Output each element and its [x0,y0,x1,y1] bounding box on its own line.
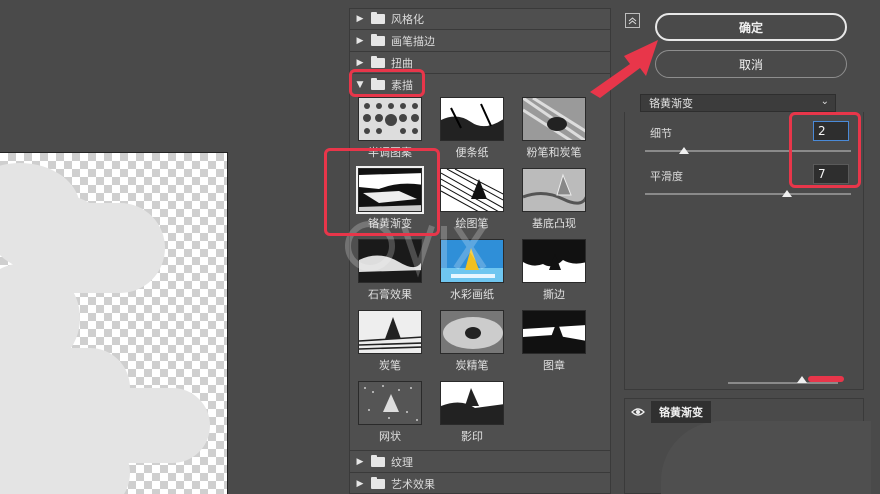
filter-thumb-charcoal[interactable] [358,310,422,354]
divider [349,51,611,52]
filter-thumb-bas-relief[interactable] [522,168,586,212]
filter-label: 炭精笔 [455,359,489,372]
filter-thumb-torn-edges[interactable] [522,239,586,283]
eye-icon[interactable] [625,400,651,424]
filter-thumb-graphic-pen[interactable] [440,168,504,212]
filter-thumb-halftone[interactable] [358,97,422,141]
filter-label: 绘图笔 [455,217,489,230]
filter-label: 水彩画纸 [450,288,494,301]
filter-label: 石膏效果 [368,288,412,301]
filter-label: 炭笔 [379,359,401,372]
folder-icon [371,56,385,68]
filter-label: 网状 [379,430,401,443]
filter-thumb-conte-crayon[interactable] [440,310,504,354]
expand-triangle-icon: ▶ [356,58,364,68]
effect-layer-row[interactable]: 铬黄渐变 [625,400,863,424]
arrow-annotation [590,40,658,98]
expand-triangle-icon: ▶ [356,479,364,489]
ok-button[interactable]: 确定 [655,13,847,41]
preview-canvas[interactable] [0,152,228,494]
smoothness-slider-track[interactable] [645,193,851,195]
expand-triangle-icon: ▶ [356,36,364,46]
category-label: 纹理 [391,456,413,469]
smoothness-slider-knob[interactable] [782,190,792,197]
filter-thumb-note-paper[interactable] [440,97,504,141]
category-artistic[interactable]: ▶ 艺术效果 [349,474,611,494]
layer-area-fill [661,421,871,494]
cancel-button[interactable]: 取消 [655,50,847,78]
filter-thumb-chalk-charcoal[interactable] [522,97,586,141]
filter-label: 便条纸 [455,146,489,159]
extra-slider-knob[interactable] [797,376,807,383]
filter-label: 基底凸现 [532,217,576,230]
divider [349,29,611,30]
highlight-slider [808,376,844,382]
filter-label: 粉笔和炭笔 [526,146,582,159]
extra-slider-track[interactable] [728,382,838,384]
divider [349,472,611,473]
preview-shape [0,433,130,494]
filter-label: 撕边 [543,288,565,301]
highlight-sketch-category [349,69,425,97]
filter-thumb-reticulation[interactable] [358,381,422,425]
chevron-down-icon: ⌄ [820,96,829,107]
expand-triangle-icon: ▶ [356,14,364,24]
divider [349,450,611,451]
highlight-params [789,112,861,188]
filter-thumb-stamp[interactable] [522,310,586,354]
collapse-up-icon[interactable] [625,13,640,28]
filter-thumb-water-paper[interactable] [440,239,504,283]
category-label: 画笔描边 [391,35,435,48]
smoothness-label: 平滑度 [650,170,683,183]
detail-slider-knob[interactable] [679,147,689,154]
filter-select[interactable]: 铬黄渐变 ⌄ [640,94,836,112]
category-texture[interactable]: ▶ 纹理 [349,452,611,472]
detail-label: 细节 [650,127,672,140]
folder-icon [371,455,385,467]
category-label: 艺术效果 [391,478,435,491]
folder-icon [371,34,385,46]
layer-name: 铬黄渐变 [651,401,711,423]
category-label: 风格化 [391,13,424,26]
preview-area [0,0,342,494]
filter-thumb-photocopy[interactable] [440,381,504,425]
folder-icon [371,12,385,24]
category-brush-strokes[interactable]: ▶ 画笔描边 [349,31,611,51]
folder-icon [371,477,385,489]
filter-label: 图章 [543,359,565,372]
filter-label: 影印 [461,430,483,443]
expand-triangle-icon: ▶ [356,457,364,467]
highlight-chrome-filter [324,148,440,236]
category-stylize[interactable]: ▶ 风格化 [349,9,611,29]
filter-thumb-plaster[interactable] [358,239,422,283]
